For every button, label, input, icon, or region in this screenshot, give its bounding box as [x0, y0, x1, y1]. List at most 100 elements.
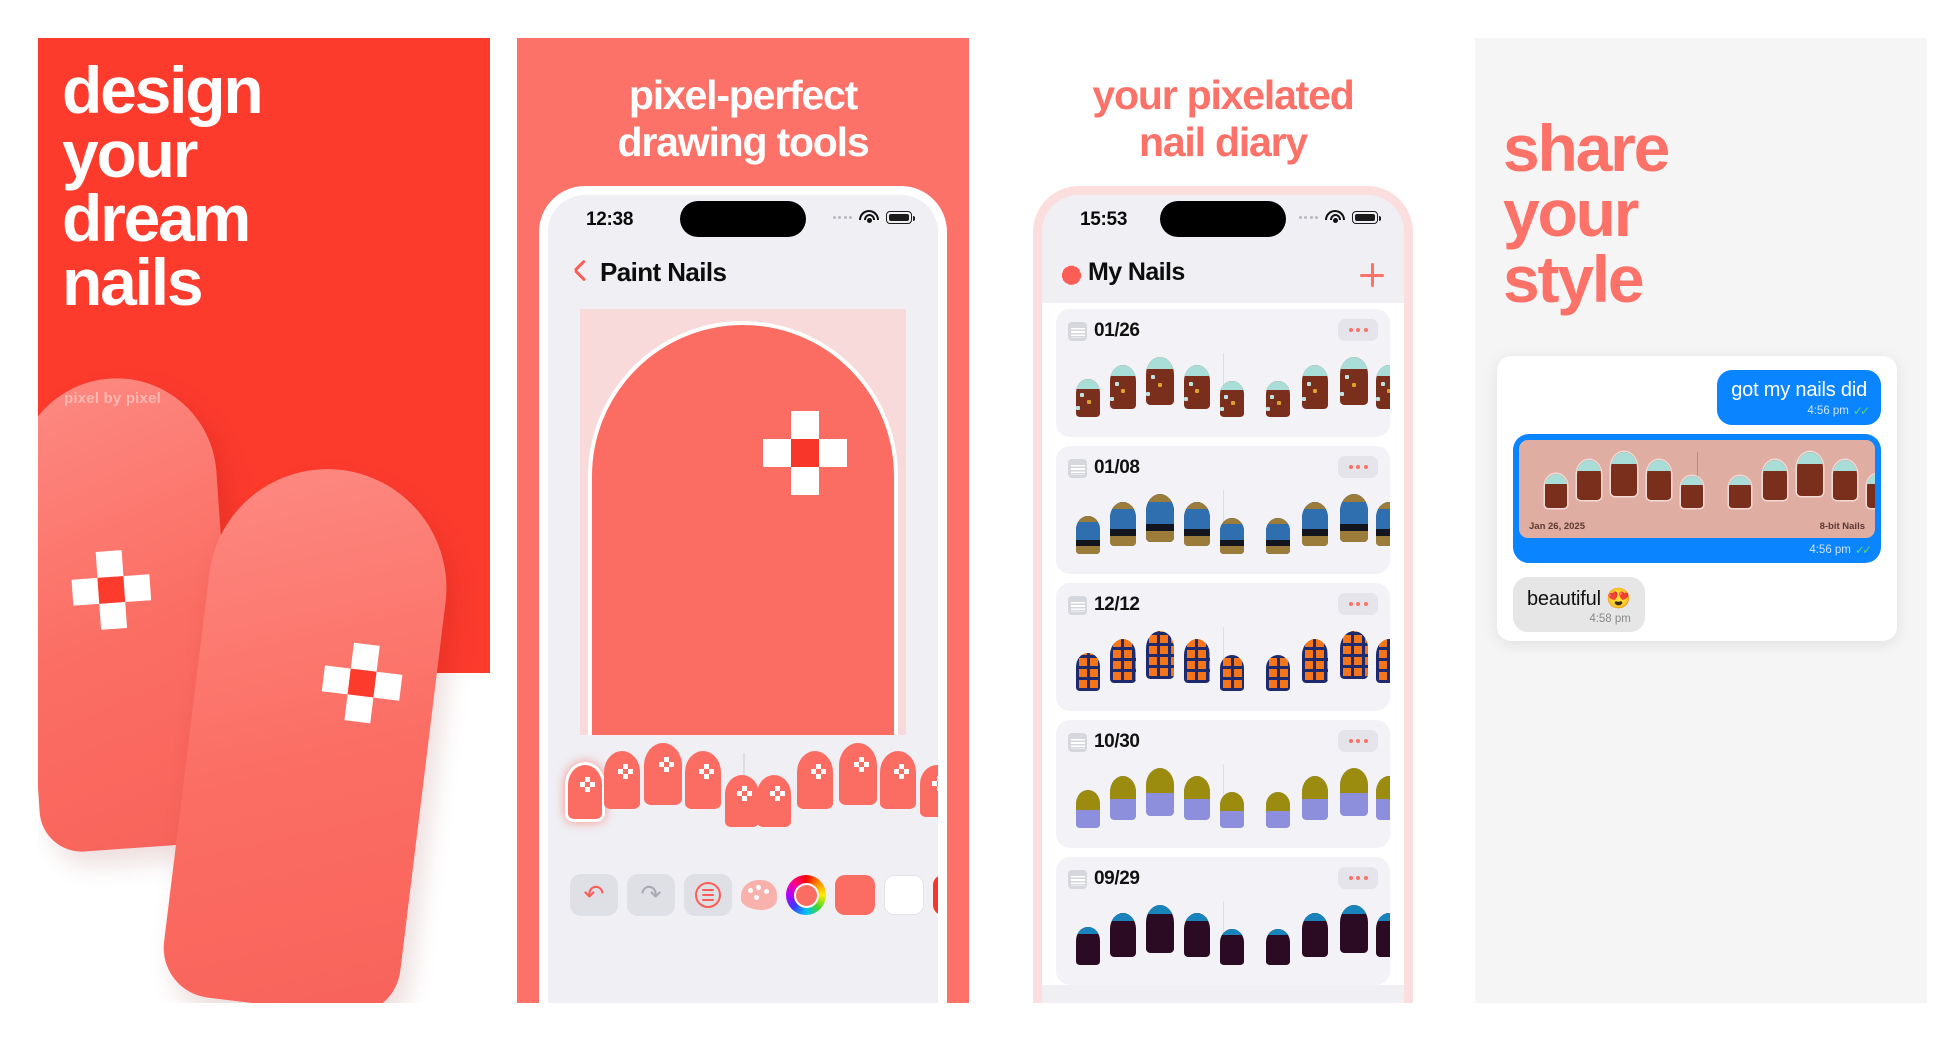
- plus-icon[interactable]: [1360, 263, 1384, 287]
- nail-thumb: [1376, 913, 1390, 957]
- pixel-cross-icon: [769, 786, 785, 802]
- nail-thumb: [1376, 776, 1390, 820]
- more-options-icon[interactable]: [1338, 730, 1378, 752]
- panel-drawing-tools: pixel-perfect drawing tools 12:38 Paint …: [517, 38, 969, 1003]
- nail-thumb: [1184, 776, 1210, 820]
- more-options-icon[interactable]: [1338, 593, 1378, 615]
- nail-thumb: [1729, 476, 1751, 508]
- nail-thumb: [1266, 792, 1290, 828]
- diary-entry-card[interactable]: 01/26: [1056, 309, 1390, 437]
- nail-thumb: [1340, 905, 1368, 953]
- color-swatch[interactable]: [835, 875, 875, 915]
- canvas-area[interactable]: [548, 303, 938, 735]
- diary-entry-date: 09/29: [1094, 868, 1140, 889]
- chat-message-meta: 4:56 pm ✓✓: [1731, 404, 1870, 418]
- nail-thumb: [1146, 768, 1174, 816]
- layers-icon[interactable]: [684, 874, 732, 916]
- panel-share-your-style: share your style got my nails did 4:56 p…: [1475, 38, 1927, 1003]
- nail-thumb: [1376, 502, 1390, 546]
- nail-thumb: [1266, 929, 1290, 965]
- chat-card: got my nails did 4:56 pm ✓✓ Jan 26, 2025…: [1497, 356, 1897, 641]
- chat-message-text: got my nails did: [1731, 379, 1867, 401]
- diary-entry-card[interactable]: 10/30: [1056, 720, 1390, 848]
- nail-thumb: [1184, 639, 1210, 683]
- shared-nail-photo[interactable]: Jan 26, 2025 8-bit Nails: [1519, 440, 1875, 538]
- double-check-icon: ✓✓: [1854, 543, 1872, 557]
- double-check-icon: ✓✓: [1852, 404, 1870, 418]
- diary-entry-date: 12/12: [1094, 594, 1140, 615]
- chat-bubble-outgoing[interactable]: got my nails did 4:56 pm ✓✓: [1717, 370, 1881, 425]
- more-options-icon[interactable]: [1338, 319, 1378, 341]
- nail-thumb: [1076, 927, 1100, 965]
- panel-design-your-dream-nails: design your dream nails pixel by pixel: [38, 38, 490, 1003]
- color-swatch[interactable]: [884, 875, 924, 915]
- nail-set-preview: [1056, 345, 1390, 437]
- pixel-cross-icon: [580, 776, 596, 792]
- nail-thumb: [1266, 381, 1290, 417]
- nail-thumb[interactable]: [838, 743, 877, 805]
- nail-thumb[interactable]: [603, 751, 640, 809]
- panel4-headline: share your style: [1503, 111, 1670, 316]
- nail-thumb: [1146, 494, 1174, 542]
- nail-thumb[interactable]: [919, 765, 938, 817]
- diary-entry-card[interactable]: 01/08: [1056, 446, 1390, 574]
- drawing-toolbar[interactable]: ↶ ↷: [548, 855, 938, 935]
- panel1-headline: design your dream nails: [62, 53, 264, 320]
- nail-thumb: [1302, 365, 1328, 409]
- nail-thumb: [1220, 655, 1244, 691]
- diary-entry-card[interactable]: 09/29: [1056, 857, 1390, 985]
- gear-icon[interactable]: [1062, 266, 1081, 285]
- nail-thumb: [1340, 357, 1368, 405]
- nail-thumb: [1302, 913, 1328, 957]
- nail-thumb: [1110, 365, 1136, 409]
- nail-thumb: [1110, 913, 1136, 957]
- back-chevron-icon[interactable]: [570, 258, 586, 288]
- nail-set-preview: [1056, 756, 1390, 848]
- chat-bubble-photo[interactable]: Jan 26, 2025 8-bit Nails 4:56 pm ✓✓: [1513, 434, 1881, 563]
- nail-thumb[interactable]: [643, 743, 682, 805]
- panel-nail-diary: your pixelated nail diary 15:53 My Nails…: [1033, 38, 1413, 1003]
- nail-thumb[interactable]: [724, 775, 759, 827]
- nail-thumb: [1833, 460, 1857, 500]
- status-time: 15:53: [1080, 209, 1128, 230]
- nail-thumb: [1220, 792, 1244, 828]
- calendar-icon: [1068, 869, 1087, 889]
- nail-thumb: [1146, 905, 1174, 953]
- color-swatch[interactable]: [933, 875, 938, 915]
- nail-thumb[interactable]: [757, 775, 792, 827]
- more-options-icon[interactable]: [1338, 456, 1378, 478]
- nail-thumb[interactable]: [685, 751, 722, 809]
- undo-icon[interactable]: ↶: [570, 874, 618, 916]
- calendar-icon: [1068, 595, 1087, 615]
- nail-thumb: [1266, 518, 1290, 554]
- status-indicators: [1298, 210, 1381, 225]
- nail-thumb[interactable]: [567, 765, 602, 819]
- nail-thumb: [1076, 790, 1100, 828]
- paint-canvas[interactable]: [580, 309, 906, 735]
- more-options-icon[interactable]: [1338, 867, 1378, 889]
- diary-entry-list[interactable]: 01/26 01/08 12/12 10/30 09/29: [1042, 303, 1404, 985]
- signal-dots-icon: [832, 216, 852, 219]
- canvas-nail-shape[interactable]: [588, 321, 898, 735]
- color-wheel-icon[interactable]: [786, 875, 826, 915]
- calendar-icon: [1068, 732, 1087, 752]
- signal-dots-icon: [1298, 216, 1318, 219]
- phone-mockup-paint: 12:38 Paint Nails ↶ ↷: [539, 186, 947, 1003]
- pixel-cross-icon: [932, 776, 938, 792]
- nav-bar: My Nails: [1042, 247, 1404, 303]
- nail-thumb: [1302, 639, 1328, 683]
- nail-set-preview: [1056, 619, 1390, 711]
- panel3-headline: your pixelated nail diary: [1092, 72, 1354, 165]
- palette-icon[interactable]: [741, 880, 777, 910]
- nail-thumb: [1266, 655, 1290, 691]
- nail-thumb[interactable]: [880, 751, 917, 809]
- redo-icon[interactable]: ↷: [627, 874, 675, 916]
- chat-bubble-incoming[interactable]: beautiful 😍 4:58 pm: [1513, 577, 1645, 632]
- nail-thumb[interactable]: [797, 751, 834, 809]
- chat-message-meta: 4:58 pm: [1527, 613, 1631, 625]
- nail-thumb: [1110, 502, 1136, 546]
- nail-selector-row[interactable]: [548, 735, 938, 855]
- nail-set-preview: [1056, 893, 1390, 985]
- screenshot-root: design your dream nails pixel by pixel p…: [0, 0, 1942, 1045]
- diary-entry-card[interactable]: 12/12: [1056, 583, 1390, 711]
